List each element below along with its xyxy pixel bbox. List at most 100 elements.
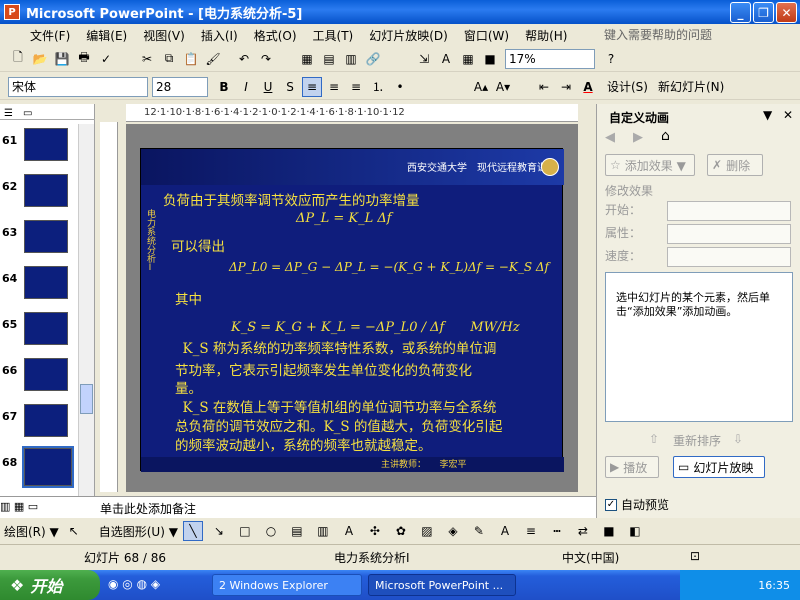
line-color-icon[interactable]: ✎ bbox=[469, 521, 489, 541]
back-icon[interactable]: ◀ bbox=[605, 130, 615, 145]
add-effect-button[interactable]: ☆ 添加效果 ▼ bbox=[605, 154, 695, 176]
forward-icon[interactable]: ▶ bbox=[633, 130, 643, 145]
spelling-icon[interactable]: ✓ bbox=[96, 49, 116, 69]
rectangle-icon[interactable]: □ bbox=[235, 521, 255, 541]
autoshapes-menu[interactable]: 自选图形(U) ▼ bbox=[99, 523, 178, 540]
increase-font-icon[interactable]: A▴ bbox=[471, 77, 491, 97]
speed-combo[interactable] bbox=[667, 247, 791, 267]
bold-button[interactable]: B bbox=[214, 77, 234, 97]
grid-icon[interactable]: ▦ bbox=[458, 49, 478, 69]
picture-icon[interactable]: ▨ bbox=[417, 521, 437, 541]
bullets-icon[interactable]: • bbox=[390, 77, 410, 97]
undo-icon[interactable]: ↶ bbox=[234, 49, 254, 69]
remove-button[interactable]: ✗ 删除 bbox=[707, 154, 763, 176]
start-button[interactable]: ❖ 开始 bbox=[0, 570, 100, 600]
slide-thumbnail[interactable] bbox=[24, 266, 68, 299]
pane-tabs[interactable]: ☰ ▭ bbox=[0, 104, 95, 120]
menu-format[interactable]: 格式(O) bbox=[254, 27, 297, 44]
taskbar-powerpoint[interactable]: Microsoft PowerPoint ... bbox=[368, 574, 516, 596]
help-icon[interactable]: ? bbox=[601, 49, 621, 69]
thumbnail-scrollbar[interactable] bbox=[78, 124, 94, 496]
dash-style-icon[interactable]: ┅ bbox=[547, 521, 567, 541]
slide-thumbnail[interactable] bbox=[24, 174, 68, 207]
new-slide-button[interactable]: 新幻灯片(N) bbox=[658, 78, 724, 95]
oval-icon[interactable]: ○ bbox=[261, 521, 281, 541]
copy-icon[interactable]: ⧉ bbox=[159, 49, 179, 69]
move-down-icon[interactable]: ⇩ bbox=[733, 432, 743, 446]
notes-pane[interactable]: 单击此处添加备注 bbox=[0, 496, 596, 518]
design-button[interactable]: 设计(S) bbox=[607, 78, 648, 95]
menu-edit[interactable]: 编辑(E) bbox=[86, 27, 127, 44]
menu-help[interactable]: 帮助(H) bbox=[525, 27, 567, 44]
font-color-icon[interactable]: A bbox=[578, 77, 598, 97]
menu-file[interactable]: 文件(F) bbox=[30, 27, 70, 44]
arrow-style-icon[interactable]: ⇄ bbox=[573, 521, 593, 541]
view-buttons[interactable]: ▥ ▦ ▭ bbox=[0, 500, 60, 516]
slideshow-button[interactable]: ▭ 幻灯片放映 bbox=[673, 456, 765, 478]
autopreview-checkbox[interactable]: ✓ 自动预览 bbox=[605, 496, 669, 513]
expand-icon[interactable]: ⇲ bbox=[414, 49, 434, 69]
taskbar-explorer[interactable]: 2 Windows Explorer bbox=[212, 574, 362, 596]
new-icon[interactable]: 🗋 bbox=[8, 49, 28, 69]
move-up-icon[interactable]: ⇧ bbox=[649, 432, 659, 446]
fill-color-icon[interactable]: ◈ bbox=[443, 521, 463, 541]
taskpane-dropdown-icon[interactable]: ▼ bbox=[763, 108, 772, 122]
cut-icon[interactable]: ✂ bbox=[137, 49, 157, 69]
ask-question-input[interactable]: 键入需要帮助的问题 bbox=[600, 26, 790, 44]
color-icon[interactable]: ■ bbox=[480, 49, 500, 69]
shadow-button[interactable]: S bbox=[280, 77, 300, 97]
slide-thumbnail[interactable] bbox=[24, 404, 68, 437]
decrease-indent-icon[interactable]: ⇤ bbox=[534, 77, 554, 97]
slide-thumbnail-selected[interactable] bbox=[22, 446, 74, 488]
draw-menu[interactable]: 绘图(R) ▼ bbox=[4, 523, 59, 540]
chart-icon[interactable]: ▦ bbox=[297, 49, 317, 69]
play-button[interactable]: ▶ 播放 bbox=[605, 456, 659, 478]
close-button[interactable]: ✕ bbox=[776, 2, 797, 23]
line-icon[interactable]: ╲ bbox=[182, 521, 203, 541]
textbox-icon[interactable]: ▤ bbox=[287, 521, 307, 541]
slide-thumbnail[interactable] bbox=[24, 358, 68, 391]
font-color-draw-icon[interactable]: A bbox=[495, 521, 515, 541]
font-size-combo[interactable]: 28 bbox=[152, 76, 208, 97]
diagram-icon[interactable]: ✣ bbox=[365, 521, 385, 541]
menu-insert[interactable]: 插入(I) bbox=[201, 27, 238, 44]
tables-borders-icon[interactable]: ▥ bbox=[341, 49, 361, 69]
align-left-icon[interactable]: ≡ bbox=[302, 76, 322, 97]
clipart-icon[interactable]: ✿ bbox=[391, 521, 411, 541]
redo-icon[interactable]: ↷ bbox=[256, 49, 276, 69]
minimize-button[interactable]: _ bbox=[730, 2, 751, 23]
slide[interactable]: 西安交通大学 现代远程教育课程 电力系统分析Ⅰ 负荷由于其频率调节效应而产生的功… bbox=[140, 148, 564, 472]
slide-thumbnail[interactable] bbox=[24, 312, 68, 345]
hyperlink-icon[interactable]: 🔗 bbox=[363, 49, 383, 69]
decrease-font-icon[interactable]: A▾ bbox=[493, 77, 513, 97]
property-combo[interactable] bbox=[667, 224, 791, 244]
animation-list[interactable]: 选中幻灯片的某个元素，然后单击“添加效果”添加动画。 bbox=[605, 272, 793, 422]
menu-view[interactable]: 视图(V) bbox=[143, 27, 185, 44]
italic-button[interactable]: I bbox=[236, 77, 256, 97]
zoom-combo[interactable]: 17% bbox=[505, 48, 595, 69]
table-icon[interactable]: ▤ bbox=[319, 49, 339, 69]
show-formatting-icon[interactable]: A bbox=[436, 49, 456, 69]
home-icon[interactable]: ⌂ bbox=[661, 128, 670, 144]
line-style-icon[interactable]: ≡ bbox=[521, 521, 541, 541]
print-icon[interactable]: 🖶 bbox=[74, 49, 94, 69]
align-center-icon[interactable]: ≡ bbox=[324, 77, 344, 97]
scroll-thumb[interactable] bbox=[80, 384, 93, 414]
paste-icon[interactable]: 📋 bbox=[181, 49, 201, 69]
format-painter-icon[interactable]: 🖌 bbox=[203, 49, 223, 69]
shadow-style-icon[interactable]: ■ bbox=[599, 521, 619, 541]
arrow-icon[interactable]: ↘ bbox=[209, 521, 229, 541]
3d-style-icon[interactable]: ◧ bbox=[625, 521, 645, 541]
menu-window[interactable]: 窗口(W) bbox=[464, 27, 509, 44]
quicklaunch-icons[interactable]: ◉ ◎ ◍ ◈ bbox=[108, 577, 160, 591]
wordart-icon[interactable]: A bbox=[339, 521, 359, 541]
maximize-button[interactable]: ❐ bbox=[753, 2, 774, 23]
align-right-icon[interactable]: ≡ bbox=[346, 77, 366, 97]
underline-button[interactable]: U bbox=[258, 77, 278, 97]
taskpane-close-icon[interactable]: ✕ bbox=[783, 108, 793, 122]
font-combo[interactable]: 宋体 bbox=[8, 76, 148, 97]
select-objects-icon[interactable]: ↖ bbox=[64, 521, 84, 541]
start-combo[interactable] bbox=[667, 201, 791, 221]
save-icon[interactable]: 💾 bbox=[52, 49, 72, 69]
numbering-icon[interactable]: ⒈ bbox=[368, 77, 388, 97]
